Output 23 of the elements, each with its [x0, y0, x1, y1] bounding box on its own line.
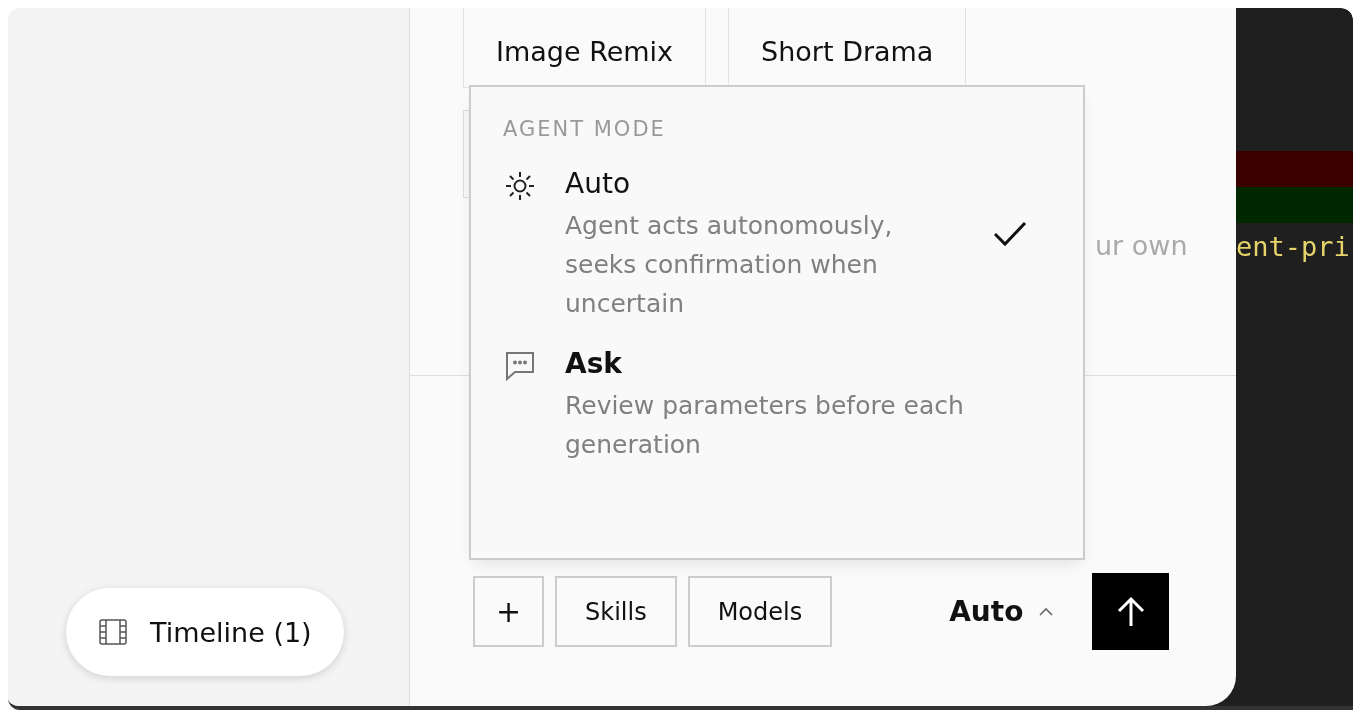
sun-icon	[503, 169, 537, 203]
checkmark-icon	[993, 221, 1027, 247]
option-title: Auto	[565, 167, 631, 200]
hint-text: ur own	[1095, 230, 1188, 261]
mode-dropdown[interactable]: Auto	[943, 594, 1060, 629]
code-text: ent-pri	[1236, 231, 1351, 262]
option-description: Agent acts autonomously, seeks confirmation when uncertain	[565, 210, 894, 320]
template-button[interactable]: Image Remix	[463, 8, 707, 88]
template-button[interactable]: Short Drama	[728, 8, 967, 88]
menu-item[interactable]: Auto Agent acts autonomously, seeks confirmation when uncertain	[503, 167, 1083, 323]
send-button[interactable]	[1092, 573, 1170, 650]
add-button[interactable]: +	[473, 576, 544, 647]
menu-heading: AGENT MODE	[503, 117, 667, 141]
chat-bubble-icon	[503, 349, 537, 383]
option-title: Ask	[565, 347, 623, 380]
toolbar-button[interactable]: Skills	[555, 576, 677, 647]
timeline-button[interactable]: Timeline (1)	[66, 588, 344, 676]
menu-item[interactable]: Ask Review parameters before each generation	[503, 347, 1083, 464]
toolbar-button[interactable]: Models	[687, 576, 833, 647]
arrow-up-icon	[1115, 595, 1146, 628]
film-icon	[98, 617, 128, 647]
option-description: Review parameters before each generation	[565, 390, 965, 461]
caret-icon	[1039, 607, 1054, 616]
